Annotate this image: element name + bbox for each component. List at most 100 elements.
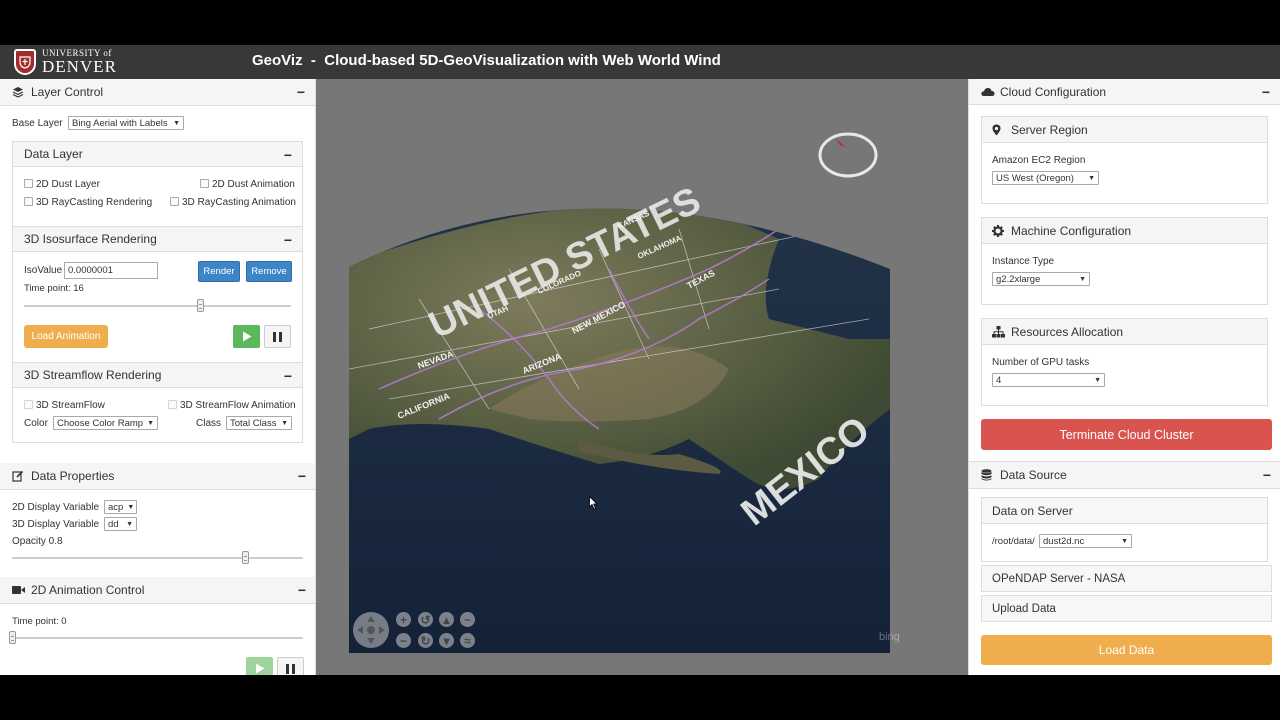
chevron-down-icon: ▼ — [281, 419, 288, 427]
machine-config-section: Machine Configuration Instance Type g2.2… — [981, 217, 1268, 305]
resources-title: Resources Allocation — [1011, 324, 1124, 339]
color-ramp-select[interactable]: Choose Color Ramp ▼ — [53, 416, 158, 430]
var2d-select[interactable]: acp ▼ — [104, 500, 137, 514]
isosurface-header[interactable]: 3D Isosurface Rendering − — [13, 227, 302, 252]
class-select[interactable]: Total Class ▼ — [226, 416, 292, 430]
iso-time-slider[interactable] — [24, 305, 291, 307]
anim-play-button[interactable] — [246, 657, 273, 675]
instance-type-select[interactable]: g2.2xlarge ▼ — [992, 272, 1090, 286]
ec2-region-label: Amazon EC2 Region — [992, 155, 1086, 166]
upload-data-item[interactable]: Upload Data — [981, 595, 1272, 622]
play-button[interactable] — [233, 325, 260, 348]
streamflow-animation-checkbox[interactable]: 3D StreamFlow Animation — [168, 400, 296, 411]
tilt-up-icon[interactable]: ▴ — [439, 612, 454, 627]
globe-viewport[interactable]: UNITED STATES MEXICO NEVADA ARIZONA NEW … — [316, 79, 968, 675]
dust-layer-checkbox[interactable]: 2D Dust Layer — [24, 179, 100, 190]
layer-control-header[interactable]: Layer Control − — [0, 79, 315, 106]
isovalue-input[interactable]: 0.0000001 — [64, 262, 158, 279]
crest-icon — [14, 49, 36, 75]
chevron-down-icon: ▼ — [127, 503, 135, 511]
gpu-tasks-label: Number of GPU tasks — [992, 357, 1090, 368]
database-icon — [981, 469, 995, 481]
chevron-down-icon: ▼ — [1094, 376, 1101, 384]
iso-time-slider-thumb[interactable] — [197, 299, 205, 312]
server-region-title: Server Region — [1011, 122, 1088, 137]
left-panel: Layer Control − Base Layer Bing Aerial w… — [0, 79, 316, 675]
collapse-icon[interactable]: − — [298, 582, 306, 598]
base-layer-select[interactable]: Bing Aerial with Labels ▼ — [68, 116, 184, 130]
data-properties-title: Data Properties — [31, 469, 115, 483]
server-region-header[interactable]: Server Region — [982, 117, 1267, 143]
collapse-icon[interactable]: − — [298, 468, 306, 484]
instance-type-label: Instance Type — [992, 256, 1055, 267]
collapse-icon[interactable]: − — [297, 84, 305, 100]
opacity-slider-thumb[interactable] — [241, 551, 249, 564]
app-window: UNIVERSITY of DENVER GeoViz - Cloud-base… — [0, 45, 1280, 675]
pause-button[interactable] — [264, 325, 291, 348]
globe-canvas[interactable]: UNITED STATES MEXICO NEVADA ARIZONA NEW … — [349, 79, 900, 653]
cloud-icon — [981, 87, 995, 97]
pan-control-icon[interactable] — [352, 611, 390, 652]
collapse-icon[interactable]: − — [284, 368, 292, 384]
data-properties-header[interactable]: Data Properties − — [0, 463, 315, 490]
data-file-select[interactable]: dust2d.nc ▼ — [1039, 534, 1132, 548]
data-layer-header[interactable]: Data Layer − — [13, 142, 302, 167]
chevron-down-icon: ▼ — [173, 119, 180, 127]
anim-time-point-label: Time point: 0 — [12, 616, 67, 627]
var3d-select[interactable]: dd ▼ — [104, 517, 137, 531]
chevron-down-icon: ▼ — [1079, 275, 1086, 283]
collapse-icon[interactable]: − — [284, 232, 292, 248]
load-animation-button[interactable]: Load Animation — [24, 325, 108, 348]
gear-icon — [992, 224, 1006, 237]
dust-animation-checkbox[interactable]: 2D Dust Animation — [200, 179, 295, 190]
load-data-button[interactable]: Load Data — [981, 635, 1272, 665]
streamflow-title: 3D Streamflow Rendering — [24, 368, 162, 382]
tilt-down-icon[interactable]: ▾ — [439, 633, 454, 648]
edit-icon — [12, 470, 26, 482]
terminate-cluster-button[interactable]: Terminate Cloud Cluster — [981, 419, 1272, 450]
top-bar: UNIVERSITY of DENVER GeoViz - Cloud-base… — [0, 45, 1280, 79]
streamflow-section: 3D Streamflow Rendering − 3D StreamFlow … — [12, 363, 303, 443]
data-source-header[interactable]: Data Source − — [969, 462, 1280, 489]
rotate-ccw-icon[interactable]: ↺ — [418, 612, 433, 627]
zoom-out-icon[interactable]: − — [396, 633, 411, 648]
opendap-server-item[interactable]: OPeNDAP Server - NASA — [981, 565, 1272, 592]
opacity-slider[interactable] — [12, 557, 303, 559]
data-on-server-title: Data on Server — [992, 503, 1073, 518]
machine-config-header[interactable]: Machine Configuration — [982, 218, 1267, 244]
collapse-icon[interactable]: − — [1263, 467, 1271, 483]
university-logo[interactable]: UNIVERSITY of DENVER — [14, 47, 117, 77]
cloud-config-header[interactable]: Cloud Configuration − — [969, 79, 1280, 105]
data-on-server-header[interactable]: Data on Server — [982, 498, 1267, 524]
collapse-icon[interactable]: − — [284, 147, 292, 163]
exaggeration-down-icon[interactable]: ≈ — [460, 633, 475, 648]
zoom-in-icon[interactable]: + — [396, 612, 411, 627]
anim-time-slider[interactable] — [12, 637, 303, 639]
data-on-server-section: Data on Server /root/data/ dust2d.nc ▼ — [981, 497, 1268, 562]
data-layer-title: Data Layer — [24, 147, 83, 161]
server-region-section: Server Region Amazon EC2 Region US West … — [981, 116, 1268, 204]
streamflow-header[interactable]: 3D Streamflow Rendering − — [13, 363, 302, 388]
gpu-tasks-select[interactable]: 4 ▼ — [992, 373, 1105, 387]
anim-time-slider-thumb[interactable] — [9, 631, 16, 644]
chevron-down-icon: ▼ — [1088, 174, 1095, 182]
render-button[interactable]: Render — [198, 261, 240, 282]
exaggeration-up-icon[interactable]: ~ — [460, 612, 475, 627]
color-label: Color — [24, 418, 48, 429]
opacity-label: Opacity 0.8 — [12, 536, 63, 547]
anim-pause-button[interactable] — [277, 657, 304, 675]
raycasting-animation-checkbox[interactable]: 3D RayCasting Animation — [170, 197, 296, 208]
sitemap-icon — [992, 325, 1006, 338]
raycasting-rendering-checkbox[interactable]: 3D RayCasting Rendering — [24, 197, 152, 208]
animation-2d-header[interactable]: 2D Animation Control − — [0, 577, 315, 604]
streamflow-checkbox[interactable]: 3D StreamFlow — [24, 400, 105, 411]
compass-icon[interactable] — [818, 131, 878, 182]
rotate-cw-icon[interactable]: ↻ — [418, 633, 433, 648]
class-label: Class — [196, 418, 222, 429]
collapse-icon[interactable]: − — [1262, 84, 1270, 100]
remove-button[interactable]: Remove — [246, 261, 292, 282]
ec2-region-select[interactable]: US West (Oregon) ▼ — [992, 171, 1099, 185]
animation-2d-title: 2D Animation Control — [31, 583, 145, 597]
resources-header[interactable]: Resources Allocation — [982, 319, 1267, 345]
resources-section: Resources Allocation Number of GPU tasks… — [981, 318, 1268, 406]
